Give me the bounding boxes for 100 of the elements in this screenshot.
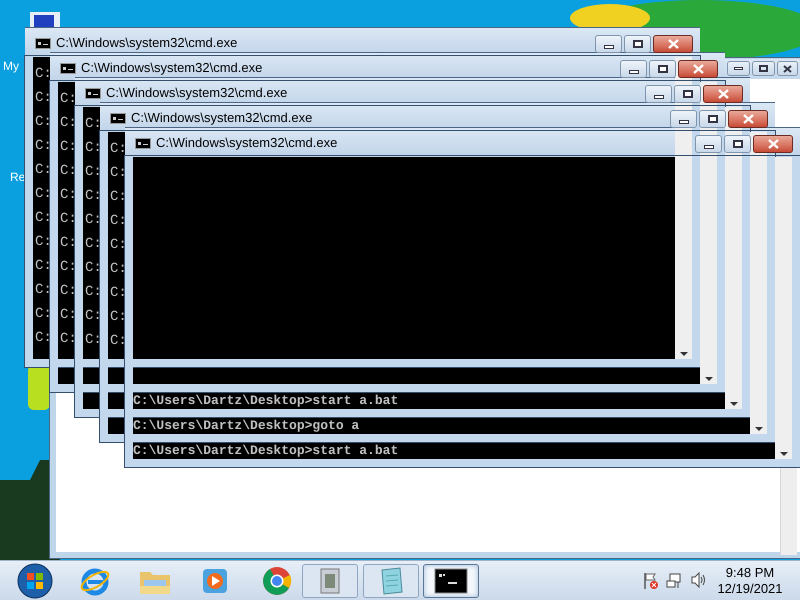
console-line: C: (85, 284, 102, 300)
console-line: C: (35, 282, 52, 298)
console-line: C: (85, 188, 102, 204)
console-line: C: (85, 308, 102, 324)
minimize-icon (654, 95, 664, 99)
console-line: C: (110, 213, 127, 229)
window-title: C:\Windows\system32\cmd.exe (131, 110, 312, 126)
minimize-button[interactable] (727, 61, 750, 76)
console-icon (135, 138, 151, 149)
console-line: C: (35, 186, 52, 202)
console-line: C: (60, 91, 77, 107)
console-line: C: (110, 237, 127, 253)
clock-date[interactable]: 12/19/2021 (717, 581, 783, 597)
scroll-down-icon[interactable] (780, 452, 788, 456)
maximize-button[interactable] (724, 135, 751, 153)
minimize-icon (678, 120, 688, 124)
console-line: C: (60, 115, 77, 131)
console-line: C: (110, 333, 127, 349)
flag-icon[interactable] (643, 572, 659, 590)
minimize-icon (604, 45, 614, 49)
maximize-button[interactable] (699, 110, 726, 128)
console-icon (110, 113, 126, 124)
start-orb-icon[interactable] (17, 563, 53, 599)
minimize-icon (704, 145, 714, 149)
console-line: C: (110, 285, 127, 301)
maximize-icon (759, 65, 768, 72)
close-button[interactable] (753, 135, 793, 153)
console-line: C: (110, 141, 127, 157)
close-icon (668, 39, 678, 49)
close-icon (718, 89, 728, 99)
speaker-icon[interactable] (690, 572, 708, 588)
console-line: C: (35, 234, 52, 250)
maximize-icon (708, 115, 718, 123)
close-button[interactable] (678, 60, 718, 78)
minimize-button[interactable] (645, 85, 672, 103)
maximize-button[interactable] (752, 61, 775, 76)
close-icon (692, 64, 704, 74)
minimize-button[interactable] (670, 110, 697, 128)
console-icon (60, 63, 76, 74)
console-line: C: (110, 189, 127, 205)
console-line: C: (85, 236, 102, 252)
window-title: C:\Windows\system32\cmd.exe (156, 135, 338, 151)
console-line: C: (85, 164, 102, 180)
console-line: C: (35, 66, 52, 82)
close-button[interactable] (728, 110, 768, 128)
window-title: C:\Windows\system32\cmd.exe (56, 35, 238, 51)
maximize-icon (732, 140, 742, 148)
console-line: C: (60, 139, 77, 155)
minimize-button[interactable] (595, 35, 622, 53)
console-line: C: (85, 116, 102, 132)
console-line: C: (60, 283, 77, 299)
clock-time[interactable]: 9:48 PM (726, 565, 774, 581)
console-line: C: (35, 258, 52, 274)
console-line: C: (60, 331, 77, 347)
maximize-button[interactable] (649, 60, 676, 78)
console-line: C: (60, 259, 77, 275)
console-line: C: (110, 165, 127, 181)
close-icon (742, 114, 754, 124)
close-button[interactable] (703, 85, 743, 103)
minimize-button[interactable] (620, 60, 647, 78)
close-button[interactable] (653, 35, 693, 53)
console-line: C: (60, 163, 77, 179)
window-title: C:\Windows\system32\cmd.exe (81, 60, 262, 76)
close-icon (783, 64, 792, 72)
console-line: C: (35, 210, 52, 226)
console-line: C:\Users\Dartz\Desktop>start a.bat (133, 444, 398, 458)
scroll-down-icon[interactable] (704, 377, 712, 381)
console-icon (35, 38, 51, 49)
console-line: C: (60, 307, 77, 323)
console-line: C: (85, 332, 102, 348)
console-line: C: (85, 260, 102, 276)
window-title: C:\Windows\system32\cmd.exe (106, 85, 288, 101)
console-line: C: (35, 330, 52, 346)
console-line: C:\Users\Dartz\Desktop>start a.bat (133, 394, 398, 408)
close-button[interactable] (777, 61, 798, 76)
chrome-icon[interactable] (261, 565, 293, 597)
maximize-icon (632, 40, 642, 48)
console-line: C: (35, 306, 52, 322)
maximize-button[interactable] (624, 35, 651, 53)
minimize-button[interactable] (695, 135, 722, 153)
minimize-icon (628, 70, 638, 74)
console-line: C: (110, 309, 127, 325)
taskbar-button[interactable] (423, 564, 479, 598)
maximize-icon (682, 90, 692, 98)
console-line: C: (35, 138, 52, 154)
console-icon (85, 88, 101, 99)
scroll-down-icon[interactable] (754, 427, 762, 431)
console-line: C: (35, 90, 52, 106)
console-icon[interactable] (434, 568, 468, 594)
scroll-down-icon[interactable] (680, 352, 688, 356)
maximize-icon (658, 65, 668, 73)
minimize-icon (734, 67, 743, 70)
console-line: C:\Users\Dartz\Desktop>goto a (133, 419, 360, 433)
console-line: C: (60, 187, 77, 203)
console-line: C: (35, 114, 52, 130)
close-icon (768, 139, 778, 149)
maximize-button[interactable] (674, 85, 701, 103)
console-line: C: (60, 211, 77, 227)
play-icon[interactable] (201, 567, 229, 595)
scroll-down-icon[interactable] (730, 402, 738, 406)
